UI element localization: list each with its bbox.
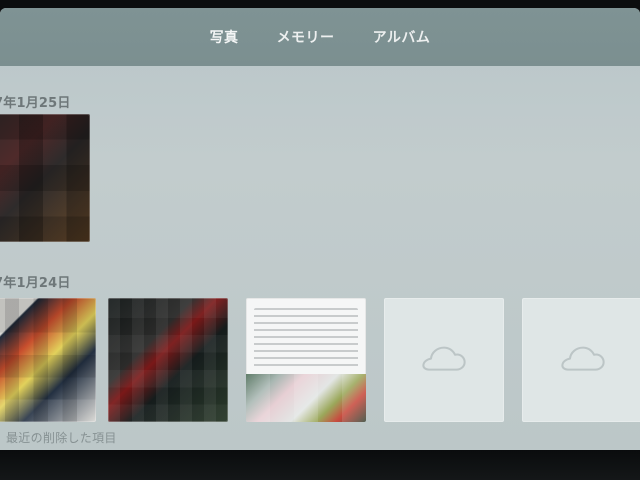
photo-thumbnail[interactable] (0, 114, 90, 242)
photos-screen: 写真 メモリー アルバム 7年1月25日 7年1月24日 最近の削除した項目 (0, 8, 640, 450)
tv-bezel-bottom (0, 450, 640, 480)
tab-photos[interactable]: 写真 (204, 21, 245, 53)
tab-memories[interactable]: メモリー (271, 21, 341, 53)
document-preview-lines (254, 308, 358, 370)
document-preview-strip (246, 374, 366, 422)
footer-label: 最近の削除した項目 (6, 431, 117, 445)
photo-thumbnail[interactable] (108, 298, 228, 422)
tab-albums[interactable]: アルバム (367, 21, 437, 53)
cloud-icon (422, 346, 466, 371)
date-header-2: 7年1月24日 (0, 276, 71, 291)
tv-frame: 写真 メモリー アルバム 7年1月25日 7年1月24日 最近の削除した項目 (0, 0, 640, 480)
top-tab-bar: 写真 メモリー アルバム (0, 8, 640, 66)
photo-thumbnail-placeholder[interactable] (522, 298, 640, 422)
photo-thumbnail[interactable] (246, 298, 366, 422)
photo-thumbnail[interactable] (0, 298, 96, 422)
cloud-icon (561, 346, 605, 371)
date-header-1: 7年1月25日 (0, 96, 71, 111)
photos-content: 7年1月25日 7年1月24日 (0, 66, 640, 450)
photo-thumbnail-placeholder[interactable] (384, 298, 504, 422)
